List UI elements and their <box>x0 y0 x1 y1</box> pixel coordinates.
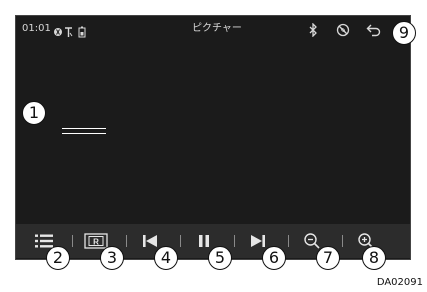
callout-5: 5 <box>208 246 232 270</box>
no-signal-icon <box>336 22 350 41</box>
signal-icon <box>64 23 73 42</box>
previous-icon <box>143 235 157 247</box>
bluetooth-phone-icon <box>54 23 62 42</box>
callout-3: 3 <box>100 246 124 270</box>
callout-9: 9 <box>392 21 416 45</box>
callout-1-leader <box>62 128 106 134</box>
callout-1: 1 <box>22 101 46 125</box>
figure-code: DA02091 <box>376 277 423 288</box>
list-icon <box>35 234 53 248</box>
callout-6: 6 <box>262 246 286 270</box>
separator <box>234 235 235 247</box>
separator <box>180 235 181 247</box>
callout-7: 7 <box>316 246 340 270</box>
svg-text:R: R <box>93 238 99 247</box>
callout-2: 2 <box>46 246 70 270</box>
next-icon <box>251 235 265 247</box>
separator <box>288 235 289 247</box>
screen-title: ピクチャー <box>192 23 242 34</box>
callout-4: 4 <box>154 246 178 270</box>
separator <box>126 235 127 247</box>
zoom-out-icon <box>304 233 320 249</box>
separator <box>342 235 343 247</box>
callout-8: 8 <box>362 246 386 270</box>
status-bar: 01:01 ピクチャー <box>16 16 410 42</box>
display-screen: 01:01 ピクチャー R <box>15 15 411 260</box>
bluetooth-icon <box>308 22 318 41</box>
clock: 01:01 <box>22 23 51 34</box>
battery-icon <box>78 23 86 42</box>
separator <box>72 235 73 247</box>
back-icon[interactable] <box>366 22 382 41</box>
pause-icon <box>199 235 209 247</box>
